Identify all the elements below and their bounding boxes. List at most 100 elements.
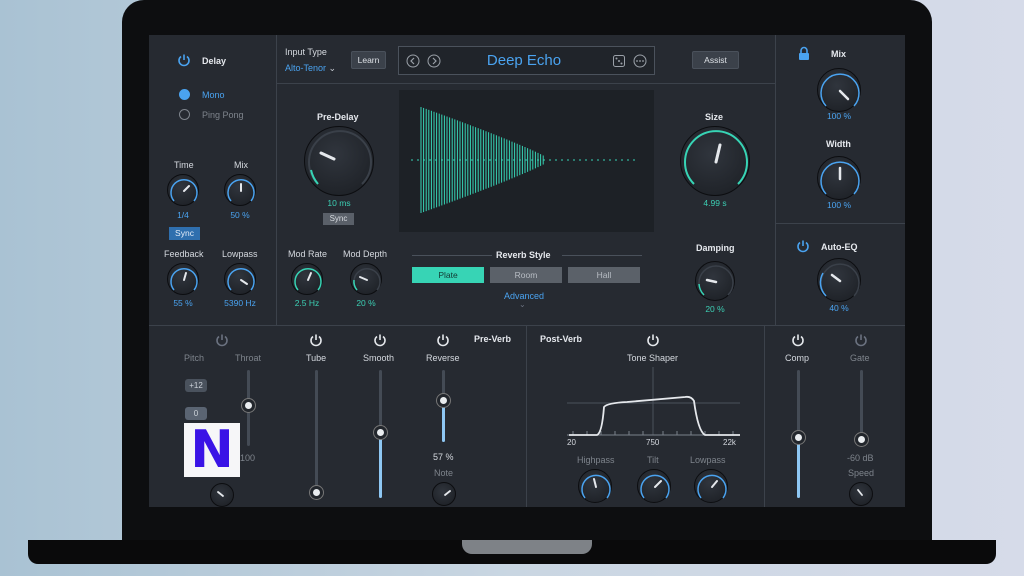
pitch-label: Pitch xyxy=(184,353,205,363)
reverse-power-icon[interactable] xyxy=(436,333,450,347)
smooth-slider-fill xyxy=(379,433,382,498)
style-room-button[interactable]: Room xyxy=(490,267,562,283)
decay-waveform xyxy=(411,107,635,213)
laptop-notch xyxy=(462,540,592,554)
comp-slider-fill xyxy=(797,443,800,498)
width-knob[interactable] xyxy=(817,156,861,200)
size-label: Size xyxy=(705,112,724,122)
postverb-title: Post-Verb xyxy=(540,334,583,344)
predelay-knob[interactable] xyxy=(304,126,374,196)
time-label: Time xyxy=(174,160,194,170)
tube-slider-track[interactable] xyxy=(315,370,318,498)
smooth-power-icon[interactable] xyxy=(373,333,387,347)
delay-mix-label: Mix xyxy=(234,160,248,170)
pitch-tag-zero[interactable]: 0 xyxy=(185,407,207,420)
reverb-sync-button[interactable]: Sync xyxy=(323,213,354,225)
style-plate-button[interactable]: Plate xyxy=(412,267,484,283)
delay-sync-button[interactable]: Sync xyxy=(169,227,200,240)
input-type-label: Input Type xyxy=(285,47,327,57)
tube-slider-thumb[interactable] xyxy=(310,486,323,499)
tone-shaper-graph[interactable] xyxy=(567,367,740,439)
predelay-label: Pre-Delay xyxy=(317,112,359,122)
output-mix-label: Mix xyxy=(831,49,847,59)
delay-title: Delay xyxy=(202,56,227,66)
style-hall-button[interactable]: Hall xyxy=(568,267,640,283)
tilt-knob[interactable] xyxy=(637,469,671,503)
gate-slider-thumb[interactable] xyxy=(855,433,868,446)
mode-pingpong-radio[interactable] xyxy=(179,109,190,120)
output-mix-value: 100 % xyxy=(826,111,852,121)
more-options-icon[interactable] xyxy=(633,54,647,68)
delay-mix-knob[interactable] xyxy=(224,174,256,206)
gate-value: -60 dB xyxy=(847,453,874,463)
feedback-value: 55 % xyxy=(173,298,193,308)
gate-power-icon[interactable] xyxy=(854,333,868,347)
input-type-value: Alto-Tenor xyxy=(285,63,327,73)
damping-value: 20 % xyxy=(705,304,725,314)
assist-button[interactable]: Assist xyxy=(692,51,739,69)
randomize-dice-icon[interactable] xyxy=(612,54,626,68)
time-knob[interactable] xyxy=(167,174,199,206)
gate-slider-track[interactable] xyxy=(860,370,863,440)
tube-power-icon[interactable] xyxy=(309,333,323,347)
autoeq-knob[interactable] xyxy=(817,258,861,302)
preset-name[interactable]: Deep Echo xyxy=(449,52,599,69)
pitch-power-icon[interactable] xyxy=(215,333,229,347)
tilt-label: Tilt xyxy=(647,455,659,465)
tone-shaper-label: Tone Shaper xyxy=(627,353,679,363)
tone-shaper-power-icon[interactable] xyxy=(646,333,660,347)
pitch-tag-plus12[interactable]: +12 xyxy=(185,379,207,392)
smooth-slider-thumb[interactable] xyxy=(374,426,387,439)
lock-icon[interactable] xyxy=(797,46,811,61)
note-knob[interactable] xyxy=(432,482,456,506)
preset-bar: Deep Echo xyxy=(398,46,655,75)
speed-label: Speed xyxy=(848,468,875,478)
delay-lowpass-value: 5390 Hz xyxy=(224,298,256,308)
next-preset-icon[interactable] xyxy=(427,54,441,68)
mod-depth-value: 20 % xyxy=(356,298,376,308)
output-mix-knob[interactable] xyxy=(817,68,861,112)
input-type-dropdown[interactable]: Alto-Tenor ⌄ xyxy=(285,63,336,74)
comp-slider-thumb[interactable] xyxy=(792,431,805,444)
mod-rate-knob[interactable] xyxy=(291,263,323,295)
chevron-double-down-icon[interactable]: ⌄ xyxy=(519,300,526,309)
gate-label: Gate xyxy=(850,353,870,363)
mode-mono-radio[interactable] xyxy=(179,89,190,100)
comp-power-icon[interactable] xyxy=(791,333,805,347)
feedback-label: Feedback xyxy=(164,249,204,259)
graph-tick-750: 750 xyxy=(646,438,660,447)
reverb-style-label: Reverb Style xyxy=(496,250,551,260)
time-value: 1/4 xyxy=(177,210,189,220)
feedback-knob[interactable] xyxy=(167,263,199,295)
autoeq-power-icon[interactable] xyxy=(796,239,810,253)
delay-power-icon[interactable] xyxy=(177,53,191,67)
autoeq-value: 40 % xyxy=(829,303,849,313)
watermark-letter: N xyxy=(184,423,240,477)
throat-value: 100 xyxy=(240,453,256,463)
mod-depth-label: Mod Depth xyxy=(343,249,388,259)
damping-knob[interactable] xyxy=(695,261,735,301)
reverse-value: 57 % xyxy=(433,452,454,462)
plugin-window: Delay Mono Ping Pong Time 1/4 Mix 50 % S… xyxy=(149,35,905,507)
reverse-label: Reverse xyxy=(426,353,460,363)
graph-tick-22k: 22k xyxy=(723,438,736,447)
previous-preset-icon[interactable] xyxy=(406,54,420,68)
throat-slider-thumb[interactable] xyxy=(242,399,255,412)
learn-button[interactable]: Learn xyxy=(351,51,386,69)
pitch-knob[interactable] xyxy=(210,483,234,507)
tube-label: Tube xyxy=(306,353,327,363)
comp-label: Comp xyxy=(785,353,810,363)
postverb-highpass-label: Highpass xyxy=(577,455,615,465)
width-value: 100 % xyxy=(826,200,852,210)
predelay-value: 10 ms xyxy=(327,198,351,208)
postverb-highpass-knob[interactable] xyxy=(578,469,612,503)
size-knob[interactable] xyxy=(680,126,750,196)
watermark-logo: N xyxy=(184,423,240,477)
mod-depth-knob[interactable] xyxy=(350,263,382,295)
delay-lowpass-knob[interactable] xyxy=(224,263,256,295)
speed-knob[interactable] xyxy=(849,482,873,506)
postverb-lowpass-knob[interactable] xyxy=(694,469,728,503)
postverb-lowpass-label: Lowpass xyxy=(690,455,726,465)
reverse-slider-thumb[interactable] xyxy=(437,394,450,407)
decay-visualizer xyxy=(399,90,654,232)
